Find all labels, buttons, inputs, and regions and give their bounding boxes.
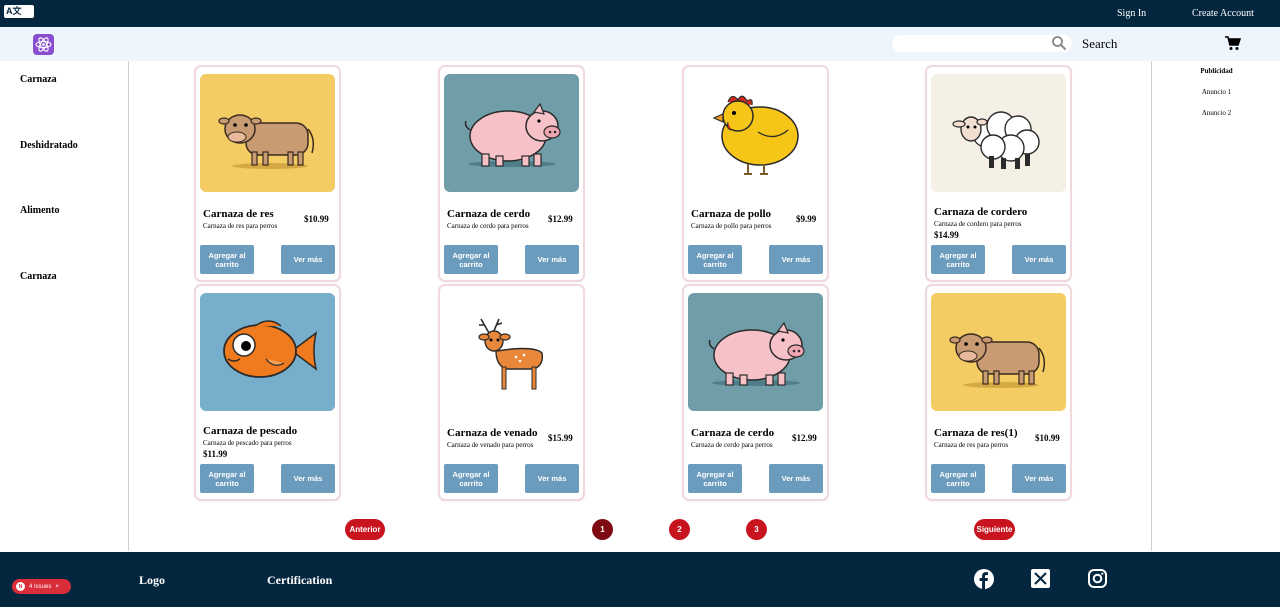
product-description: Carnaza de res para perros [203, 222, 278, 230]
product-name: Carnaza de cerdo [447, 208, 531, 220]
category-sidebar: Carnaza Deshidratado Alimento Carnaza [0, 61, 129, 551]
product-card: Carnaza de venado Carnaza de venado para… [440, 286, 583, 499]
product-description: Carnaza de pollo para perros [691, 222, 772, 230]
product-image[interactable] [688, 293, 823, 411]
product-description: Carnaza de venado para perros [447, 441, 534, 449]
page-button-2[interactable]: 2 [669, 519, 690, 540]
add-to-cart-button[interactable]: Agregar al carrito [444, 464, 498, 493]
sheep-icon [952, 111, 1040, 169]
product-description: Carnaza de cerdo para perros [447, 222, 529, 230]
fish-icon [223, 320, 318, 378]
product-image[interactable] [931, 74, 1066, 192]
cart-icon[interactable] [1225, 36, 1242, 51]
footer: N 4 Issues × Logo Certification [0, 552, 1280, 607]
product-price: $14.99 [934, 230, 959, 240]
pig-icon [464, 102, 561, 167]
facebook-icon[interactable] [974, 569, 994, 589]
category-item[interactable]: Carnaza [20, 271, 57, 282]
product-image[interactable] [688, 74, 823, 192]
product-name: Carnaza de cordero [934, 206, 1028, 218]
product-image[interactable] [200, 293, 335, 411]
see-more-button[interactable]: Ver más [281, 464, 335, 493]
category-item[interactable]: Alimento [20, 205, 59, 216]
ads-title: Publicidad [1200, 67, 1233, 75]
product-description: Carnaza de res para perros [934, 441, 1009, 449]
footer-logo[interactable]: Logo [139, 573, 165, 588]
add-to-cart-button[interactable]: Agregar al carrito [931, 464, 985, 493]
issues-count: 4 Issues [29, 583, 52, 590]
footer-certification[interactable]: Certification [267, 573, 332, 588]
issues-badge[interactable]: N 4 Issues × [12, 579, 71, 594]
search-button[interactable]: Search [1082, 36, 1117, 52]
product-card: Carnaza de pollo Carnaza de pollo para p… [684, 67, 827, 280]
instagram-icon[interactable] [1088, 569, 1107, 588]
category-item[interactable]: Deshidratado [20, 140, 78, 151]
ads-sidebar: Publicidad Anuncio 1 Anuncio 2 [1151, 61, 1280, 551]
product-description: Carnaza de cordero para perros [934, 220, 1022, 228]
product-price: $12.99 [548, 214, 573, 224]
add-to-cart-button[interactable]: Agregar al carrito [200, 464, 254, 493]
page-button-3[interactable]: 3 [746, 519, 767, 540]
product-name: Carnaza de venado [447, 427, 538, 439]
search-icon[interactable] [1051, 35, 1067, 51]
see-more-button[interactable]: Ver más [525, 245, 579, 274]
pig-icon [708, 321, 805, 386]
see-more-button[interactable]: Ver más [281, 245, 335, 274]
translate-button[interactable]: A文 [4, 5, 34, 18]
product-card: Carnaza de cerdo Carnaza de cerdo para p… [684, 286, 827, 499]
product-card: Carnaza de pescado Carnaza de pescado pa… [196, 286, 339, 499]
product-image[interactable] [200, 74, 335, 192]
product-name: Carnaza de res(1) [934, 427, 1018, 439]
ad-item[interactable]: Anuncio 1 [1152, 88, 1280, 96]
product-price: $12.99 [792, 433, 817, 443]
add-to-cart-button[interactable]: Agregar al carrito [200, 245, 254, 274]
add-to-cart-button[interactable]: Agregar al carrito [444, 245, 498, 274]
see-more-button[interactable]: Ver más [525, 464, 579, 493]
product-price: $11.99 [203, 449, 228, 459]
logo-icon[interactable] [33, 34, 54, 55]
nav-bar: Search [0, 27, 1280, 61]
product-price: $9.99 [796, 214, 817, 224]
issues-icon: N [16, 582, 25, 591]
chicken-icon [712, 95, 799, 175]
product-image[interactable] [931, 293, 1066, 411]
see-more-button[interactable]: Ver más [769, 464, 823, 493]
prev-page-button[interactable]: Anterior [345, 519, 385, 540]
product-name: Carnaza de cerdo [691, 427, 775, 439]
product-description: Carnaza de pescado para perros [203, 439, 292, 447]
product-name: Carnaza de pollo [691, 208, 772, 220]
next-page-button[interactable]: Siguiente [974, 519, 1015, 540]
ad-item[interactable]: Anuncio 2 [1152, 109, 1280, 117]
product-name: Carnaza de pescado [203, 425, 298, 437]
product-image[interactable] [444, 293, 579, 411]
close-icon[interactable]: × [55, 584, 59, 590]
product-price: $15.99 [548, 433, 573, 443]
x-icon[interactable] [1031, 569, 1050, 588]
deer-icon [478, 318, 544, 390]
product-price: $10.99 [304, 214, 329, 224]
product-card: Carnaza de res(1) Carnaza de res para pe… [927, 286, 1070, 499]
category-item[interactable]: Carnaza [20, 74, 57, 85]
create-account-link[interactable]: Create Account [1192, 8, 1254, 19]
cow-icon [218, 114, 315, 169]
product-image[interactable] [444, 74, 579, 192]
product-card: Carnaza de res Carnaza de res para perro… [196, 67, 339, 280]
product-price: $10.99 [1035, 433, 1060, 443]
product-card: Carnaza de cordero Carnaza de cordero pa… [927, 67, 1070, 280]
product-description: Carnaza de cerdo para perros [691, 441, 773, 449]
see-more-button[interactable]: Ver más [1012, 464, 1066, 493]
see-more-button[interactable]: Ver más [769, 245, 823, 274]
product-name: Carnaza de res [203, 208, 274, 220]
add-to-cart-button[interactable]: Agregar al carrito [688, 245, 742, 274]
page-button-1[interactable]: 1 [592, 519, 613, 540]
top-bar: A文 Sign In Create Account [0, 0, 1280, 27]
add-to-cart-button[interactable]: Agregar al carrito [688, 464, 742, 493]
search-input[interactable] [892, 35, 1072, 52]
sign-in-link[interactable]: Sign In [1117, 8, 1146, 19]
see-more-button[interactable]: Ver más [1012, 245, 1066, 274]
add-to-cart-button[interactable]: Agregar al carrito [931, 245, 985, 274]
product-card: Carnaza de cerdo Carnaza de cerdo para p… [440, 67, 583, 280]
cow-icon [949, 333, 1046, 388]
